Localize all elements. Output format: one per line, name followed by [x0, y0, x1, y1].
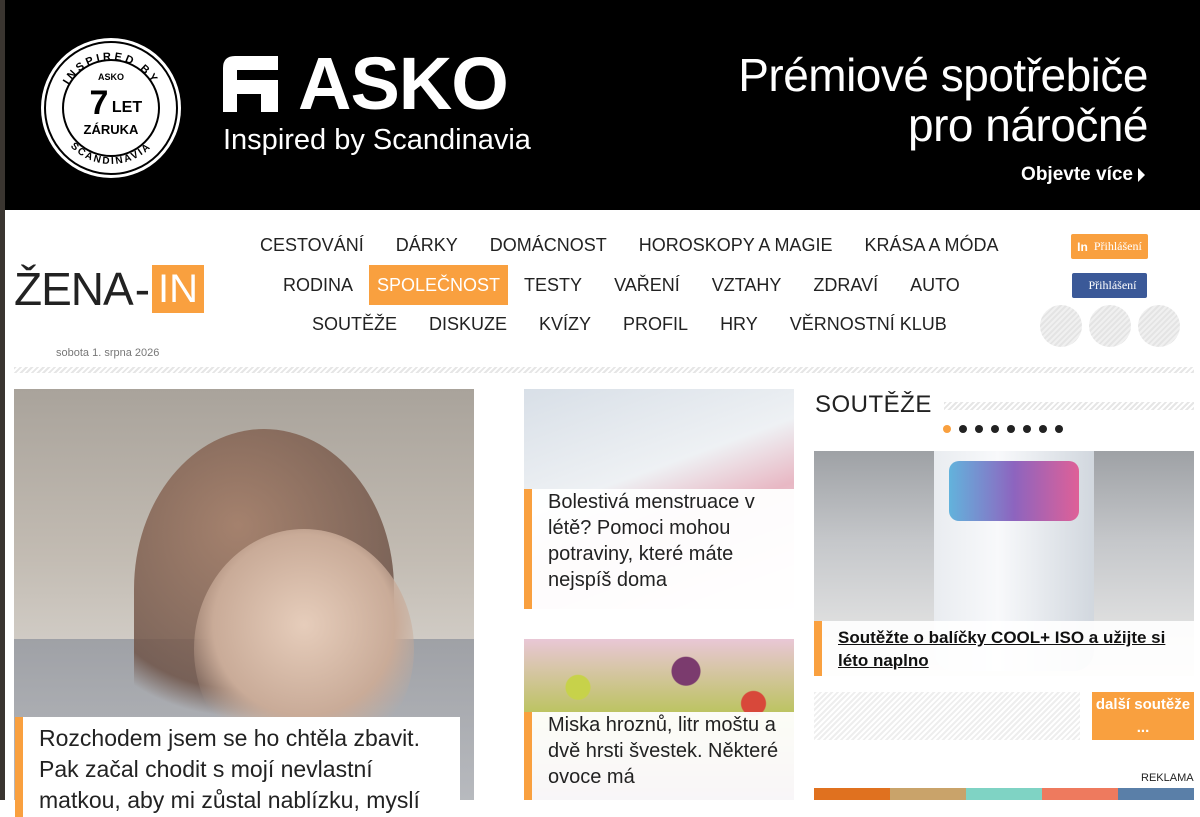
carousel-dot-2[interactable] [959, 425, 967, 433]
linkedin-login-label: Přihlášení [1093, 239, 1142, 253]
logo-dash: - [134, 263, 151, 315]
seal-label: ZÁRUKA [84, 122, 139, 137]
nav-row-1: CESTOVÁNÍ DÁRKY DOMÁCNOST HOROSKOPY A MA… [244, 225, 1015, 265]
color-bar-segment-5 [1118, 788, 1194, 800]
contest-title-link[interactable]: Soutěžte o balíčky COOL+ ISO a užijte si… [838, 628, 1165, 670]
nav-item-darky[interactable]: DÁRKY [380, 225, 474, 265]
nav-item-vareni[interactable]: VAŘENÍ [598, 265, 696, 305]
ad-color-bar[interactable] [814, 788, 1194, 800]
article-2-title: Miska hroznů, litr moštu a dvě hrsti šve… [524, 712, 794, 800]
nav-item-kvizy[interactable]: KVÍZY [523, 304, 607, 344]
facebook-login-label: Přihlášení [1088, 278, 1137, 292]
contest-card[interactable]: Soutěžte o balíčky COOL+ ISO a užijte si… [814, 451, 1194, 676]
linkedin-icon: In [1077, 239, 1088, 254]
banner-headline: Prémiové spotřebiče pro náročné [738, 50, 1148, 150]
nav-item-hry[interactable]: HRY [704, 304, 774, 344]
social-circle-2[interactable] [1089, 305, 1131, 347]
asko-mark-icon [223, 56, 278, 112]
carousel-dot-1[interactable] [943, 425, 951, 433]
carousel-dot-3[interactable] [975, 425, 983, 433]
sidebar-title: SOUTĚŽE [815, 391, 932, 418]
nav-item-diskuze[interactable]: DISKUZE [413, 304, 523, 344]
seal-unit: LET [112, 99, 142, 116]
sidebar-title-stripe [944, 402, 1194, 410]
ad-label: REKLAMA [1141, 772, 1194, 784]
current-date: sobota 1. srpna 2026 [56, 347, 160, 359]
article-card-1[interactable]: Bolestivá menstruace v létě? Pomoci moho… [524, 389, 794, 609]
main-article-caption[interactable]: Rozchodem jsem se ho chtěla zbavit. Pak … [15, 717, 460, 817]
carousel-dot-8[interactable] [1055, 425, 1063, 433]
social-circle-3[interactable] [1138, 305, 1180, 347]
more-contests-button[interactable]: další soutěže ... [1092, 692, 1194, 740]
nav-row-2: RODINA SPOLEČNOST TESTY VAŘENÍ VZTAHY ZD… [267, 265, 976, 305]
article-card-2[interactable]: Miska hroznů, litr moštu a dvě hrsti šve… [524, 639, 794, 800]
logo-in: IN [152, 265, 205, 313]
nav-item-rodina[interactable]: RODINA [267, 265, 369, 305]
seal-brand: ASKO [98, 72, 124, 82]
nav-item-vztahy[interactable]: VZTAHY [696, 265, 798, 305]
asko-tagline: Inspired by Scandinavia [223, 124, 531, 156]
carousel-dot-5[interactable] [1007, 425, 1015, 433]
banner-headline-line2: pro náročné [908, 99, 1148, 151]
banner-headline-line1: Prémiové spotřebiče [738, 49, 1148, 101]
article-1-title: Bolestivá menstruace v létě? Pomoci moho… [524, 489, 794, 609]
nav-item-vernostni-klub[interactable]: VĚRNOSTNÍ KLUB [774, 304, 963, 344]
asko-brand: ASKO [298, 42, 509, 125]
asko-logo: ASKO [223, 42, 509, 125]
carousel-dot-6[interactable] [1023, 425, 1031, 433]
nav-row-3: SOUTĚŽE DISKUZE KVÍZY PROFIL HRY VĚRNOST… [296, 304, 963, 344]
nav-item-domacnost[interactable]: DOMÁCNOST [474, 225, 623, 265]
carousel-dots [943, 425, 1063, 433]
color-bar-segment-4 [1042, 788, 1118, 800]
site-logo[interactable]: ŽENA - IN [14, 263, 205, 315]
nav-item-krasa-a-moda[interactable]: KRÁSA A MÓDA [848, 225, 1014, 265]
banner-cta-label: Objevte více [1021, 164, 1133, 185]
nav-item-auto[interactable]: AUTO [894, 265, 976, 305]
logo-zena: ŽENA [14, 263, 134, 315]
contest-caption: Soutěžte o balíčky COOL+ ISO a užijte si… [814, 621, 1194, 676]
nav-item-souteze[interactable]: SOUTĚŽE [296, 304, 413, 344]
nav-item-zdravi[interactable]: ZDRAVÍ [797, 265, 894, 305]
color-bar-segment-2 [890, 788, 966, 800]
color-bar-segment-3 [966, 788, 1042, 800]
color-bar-segment-1 [814, 788, 890, 800]
warranty-seal: INSPIRED BY SCANDINAVIA ASKO 7 LET ZÁRUK… [41, 38, 181, 178]
nav-item-horoskopy[interactable]: HOROSKOPY A MAGIE [623, 225, 849, 265]
facebook-login-button[interactable]: Přihlášení [1072, 273, 1147, 298]
nav-item-testy[interactable]: TESTY [508, 265, 598, 305]
arrow-right-icon [1138, 168, 1145, 182]
header-divider [14, 367, 1194, 373]
carousel-dot-7[interactable] [1039, 425, 1047, 433]
linkedin-login-button[interactable]: In Přihlášení [1071, 234, 1148, 259]
more-stripe [814, 692, 1080, 740]
social-circle-1[interactable] [1040, 305, 1082, 347]
nav-item-cestovani[interactable]: CESTOVÁNÍ [244, 225, 380, 265]
seal-number: 7 [90, 84, 109, 122]
banner-cta-link[interactable]: Objevte více [1021, 164, 1145, 186]
carousel-dot-4[interactable] [991, 425, 999, 433]
asko-banner-ad[interactable]: INSPIRED BY SCANDINAVIA ASKO 7 LET ZÁRUK… [5, 0, 1200, 210]
nav-item-profil[interactable]: PROFIL [607, 304, 704, 344]
nav-item-spolecnost[interactable]: SPOLEČNOST [369, 265, 509, 305]
